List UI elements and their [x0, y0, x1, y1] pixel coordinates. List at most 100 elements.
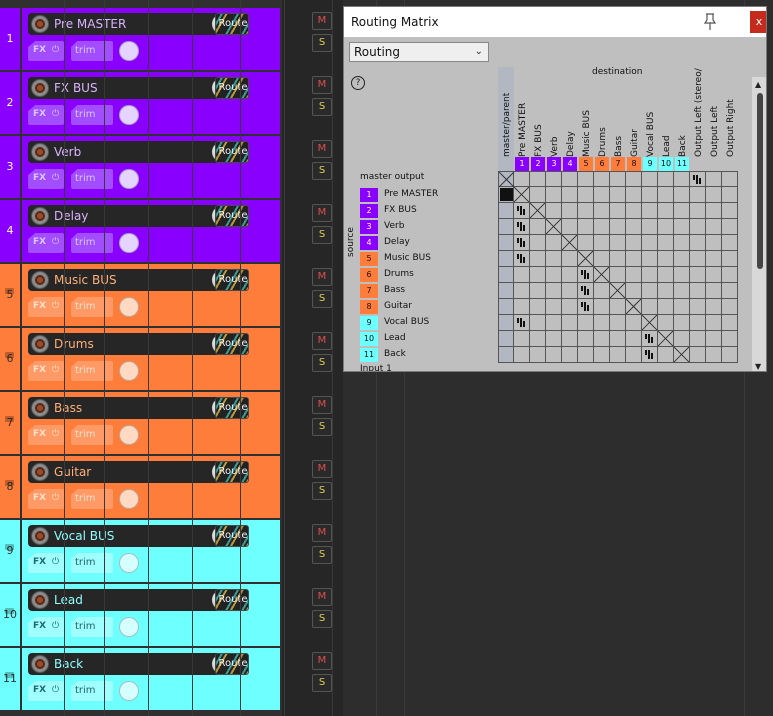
route-button[interactable]: Route [215, 13, 249, 35]
matrix-cell[interactable] [594, 235, 610, 251]
pin-icon[interactable] [702, 13, 718, 31]
matrix-cell[interactable] [722, 347, 738, 363]
mute-button[interactable]: M [312, 268, 332, 286]
matrix-cell[interactable] [610, 235, 626, 251]
trim-button[interactable]: trim [71, 105, 113, 125]
matrix-cell[interactable] [706, 267, 722, 283]
matrix-cell[interactable] [722, 187, 738, 203]
matrix-cell[interactable] [722, 283, 738, 299]
power-icon[interactable]: ⏻ [52, 45, 59, 55]
matrix-cell[interactable] [690, 267, 706, 283]
matrix-cell[interactable] [610, 203, 626, 219]
matrix-cell[interactable] [498, 187, 514, 203]
matrix-cell[interactable] [690, 299, 706, 315]
route-button[interactable]: Route [215, 205, 249, 227]
track-name[interactable]: FX BUS [54, 80, 98, 96]
matrix-cell[interactable] [690, 315, 706, 331]
matrix-cell[interactable] [594, 203, 610, 219]
matrix-cell[interactable] [642, 347, 658, 363]
track-number-strip[interactable]: 2 [0, 72, 20, 134]
route-button[interactable]: Route [215, 333, 249, 355]
matrix-cell[interactable] [562, 171, 578, 187]
matrix-cell[interactable] [610, 283, 626, 299]
matrix-cell[interactable] [658, 219, 674, 235]
record-arm-icon[interactable] [31, 527, 49, 545]
pan-knob-icon[interactable] [119, 361, 139, 381]
track-header[interactable]: FX BUS Route FX ⏻ trim [22, 72, 280, 134]
matrix-cell[interactable] [690, 187, 706, 203]
matrix-cell[interactable] [610, 187, 626, 203]
matrix-cell[interactable] [530, 283, 546, 299]
matrix-cell[interactable] [642, 283, 658, 299]
matrix-cell[interactable] [706, 347, 722, 363]
mute-button[interactable]: M [312, 524, 332, 542]
matrix-cell[interactable] [514, 171, 530, 187]
matrix-cell[interactable] [562, 315, 578, 331]
track-number-strip[interactable]: 7 [0, 392, 20, 454]
matrix-cell[interactable] [658, 299, 674, 315]
fx-button[interactable]: FX ⏻ [28, 489, 64, 509]
matrix-cell[interactable] [722, 219, 738, 235]
matrix-cell[interactable] [578, 299, 594, 315]
matrix-cell[interactable] [578, 171, 594, 187]
matrix-cell[interactable] [546, 331, 562, 347]
record-arm-icon[interactable] [31, 79, 49, 97]
matrix-cell[interactable] [626, 267, 642, 283]
matrix-cell[interactable] [530, 347, 546, 363]
matrix-cell[interactable] [626, 251, 642, 267]
matrix-cell[interactable] [626, 203, 642, 219]
power-icon[interactable]: ⏻ [52, 301, 59, 311]
matrix-cell[interactable] [706, 331, 722, 347]
matrix-cell[interactable] [642, 267, 658, 283]
matrix-cell[interactable] [626, 331, 642, 347]
matrix-cell[interactable] [514, 219, 530, 235]
trim-button[interactable]: trim [71, 553, 113, 573]
matrix-cell[interactable] [594, 347, 610, 363]
matrix-cell[interactable] [706, 219, 722, 235]
fx-button[interactable]: FX ⏻ [28, 553, 64, 573]
matrix-cell[interactable] [722, 315, 738, 331]
track-name-bar[interactable]: Guitar [28, 461, 234, 483]
folder-icon[interactable] [5, 608, 14, 614]
matrix-cell[interactable] [562, 267, 578, 283]
folder-icon[interactable] [5, 288, 14, 294]
matrix-cell[interactable] [690, 235, 706, 251]
matrix-cell[interactable] [642, 251, 658, 267]
matrix-cell[interactable] [498, 315, 514, 331]
matrix-cell[interactable] [514, 315, 530, 331]
matrix-cell[interactable] [514, 283, 530, 299]
matrix-cell[interactable] [578, 347, 594, 363]
matrix-cell[interactable] [498, 347, 514, 363]
track-name-bar[interactable]: Drums [28, 333, 234, 355]
matrix-cell[interactable] [578, 331, 594, 347]
trim-button[interactable]: trim [71, 489, 113, 509]
track-name[interactable]: Guitar [54, 464, 91, 480]
track-number-strip[interactable]: 1 [0, 8, 20, 70]
matrix-cell[interactable] [626, 347, 642, 363]
matrix-cell[interactable] [578, 251, 594, 267]
pan-knob-icon[interactable] [119, 169, 139, 189]
matrix-cell[interactable] [530, 299, 546, 315]
track-header[interactable]: Delay Route FX ⏻ trim [22, 200, 280, 262]
matrix-cell[interactable] [578, 235, 594, 251]
matrix-cell[interactable] [642, 331, 658, 347]
track-name[interactable]: Back [54, 656, 83, 672]
matrix-cell[interactable] [562, 331, 578, 347]
matrix-cell[interactable] [626, 299, 642, 315]
mute-button[interactable]: M [312, 396, 332, 414]
matrix-cell[interactable] [530, 187, 546, 203]
mute-button[interactable]: M [312, 588, 332, 606]
fx-button[interactable]: FX ⏻ [28, 105, 64, 125]
matrix-cell[interactable] [674, 251, 690, 267]
matrix-cell[interactable] [610, 171, 626, 187]
mute-button[interactable]: M [312, 652, 332, 670]
matrix-cell[interactable] [530, 251, 546, 267]
fx-button[interactable]: FX ⏻ [28, 41, 64, 61]
power-icon[interactable]: ⏻ [52, 109, 59, 119]
matrix-cell[interactable] [562, 347, 578, 363]
matrix-cell[interactable] [722, 331, 738, 347]
matrix-cell[interactable] [546, 251, 562, 267]
trim-button[interactable]: trim [71, 233, 113, 253]
matrix-cell[interactable] [722, 267, 738, 283]
solo-button[interactable]: S [312, 546, 332, 564]
